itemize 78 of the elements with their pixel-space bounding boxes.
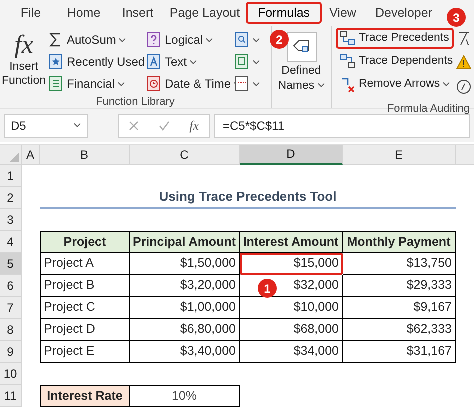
column-header[interactable]: C: [130, 145, 240, 165]
insert-function-button[interactable]: fx Insert Function: [0, 28, 48, 94]
ribbon-button[interactable]: Financial: [48, 74, 146, 94]
row-header[interactable]: 6: [0, 275, 22, 297]
insert-function-button[interactable]: fx: [190, 116, 200, 136]
warning-icon[interactable]: [456, 55, 472, 71]
search-book-icon: [234, 32, 250, 48]
row-header[interactable]: 3: [0, 209, 22, 231]
row-header[interactable]: 8: [0, 319, 22, 341]
table-cell[interactable]: $62,333: [343, 319, 456, 341]
row-header[interactable]: 10: [0, 363, 22, 385]
table-cell[interactable]: 10%: [130, 385, 240, 407]
column-heading: Interest Amount: [240, 231, 343, 253]
sheet-title: Using Trace Precedents Tool: [40, 187, 456, 209]
trace-dependents-icon: [340, 54, 356, 70]
ribbon-tab[interactable]: File: [6, 2, 56, 24]
table-cell[interactable]: $29,333: [343, 275, 456, 297]
ribbon-button[interactable]: Text: [146, 52, 234, 72]
table-cell[interactable]: $1,50,000: [130, 253, 240, 275]
question-book-icon: [146, 32, 162, 48]
table-cell[interactable]: Project C: [40, 297, 130, 319]
math-book-icon: [234, 54, 250, 70]
check-icon[interactable]: [158, 120, 170, 130]
callout-badge: 3: [447, 8, 466, 27]
table-cell[interactable]: Project D: [40, 319, 130, 341]
remove-arrows-icon: [340, 76, 356, 92]
table-cell[interactable]: Project A: [40, 253, 130, 275]
formula-field[interactable]: =C5*$C$11: [214, 114, 470, 138]
table-cell[interactable]: $3,20,000: [130, 275, 240, 297]
ribbon-tab[interactable]: Home: [56, 2, 112, 24]
column-header[interactable]: D: [240, 145, 343, 165]
table-cell[interactable]: $13,750: [343, 253, 456, 275]
table-cell[interactable]: $6,80,000: [130, 319, 240, 341]
row-header[interactable]: 7: [0, 297, 22, 319]
table-cell[interactable]: $34,000: [240, 341, 343, 363]
row-header[interactable]: 11: [0, 385, 22, 407]
book-icon: [48, 76, 64, 92]
table-cell[interactable]: $9,167: [343, 297, 456, 319]
row-header[interactable]: 4: [0, 231, 22, 253]
table-cell[interactable]: $68,000: [240, 319, 343, 341]
column-header[interactable]: E: [343, 145, 456, 165]
callout-badge: 2: [270, 30, 289, 49]
ribbon-button[interactable]: Logical: [146, 30, 234, 50]
clock-book-icon: [146, 76, 162, 92]
show-formulas-icon[interactable]: [456, 31, 472, 47]
function-icon: fx: [14, 30, 34, 60]
evaluate-icon[interactable]: [456, 79, 472, 95]
group-label: Function Library: [96, 95, 175, 110]
trace-precedents-icon: [340, 30, 356, 46]
table-cell[interactable]: $31,167: [343, 341, 456, 363]
ribbon-tab[interactable]: Insert: [112, 2, 164, 24]
ribbon-button[interactable]: AutoSum: [48, 30, 146, 50]
column-header[interactable]: A: [22, 145, 40, 165]
row-header[interactable]: 9: [0, 341, 22, 363]
ribbon-button[interactable]: Remove Arrows: [336, 74, 454, 95]
column-heading: Project: [40, 231, 130, 253]
row-header[interactable]: 1: [0, 165, 22, 187]
defined-names-label: Defined Names: [272, 64, 330, 94]
interest-rate-label: Interest Rate: [40, 385, 130, 407]
ribbon-tab[interactable]: Page Layout: [164, 2, 246, 24]
column-header[interactable]: B: [40, 145, 130, 165]
text-book-icon: [146, 54, 162, 70]
row-header[interactable]: 2: [0, 187, 22, 209]
table-cell[interactable]: $3,40,000: [130, 341, 240, 363]
column-heading: Monthly Payment: [343, 231, 456, 253]
table-cell[interactable]: $1,00,000: [130, 297, 240, 319]
tag-icon: [292, 39, 310, 55]
more-book-icon: [234, 76, 250, 92]
column-heading: Principal Amount: [130, 231, 240, 253]
star-book-icon: [48, 54, 64, 70]
table-cell[interactable]: Project E: [40, 341, 130, 363]
table-cell[interactable]: Project B: [40, 275, 130, 297]
row-header[interactable]: 5: [0, 253, 22, 275]
chevron-down-icon: [74, 123, 81, 128]
cell-reference: D5: [11, 118, 26, 134]
table-cell[interactable]: $10,000: [240, 297, 343, 319]
name-box[interactable]: D5: [4, 114, 88, 138]
ribbon-button[interactable]: Trace Dependents: [336, 51, 454, 72]
